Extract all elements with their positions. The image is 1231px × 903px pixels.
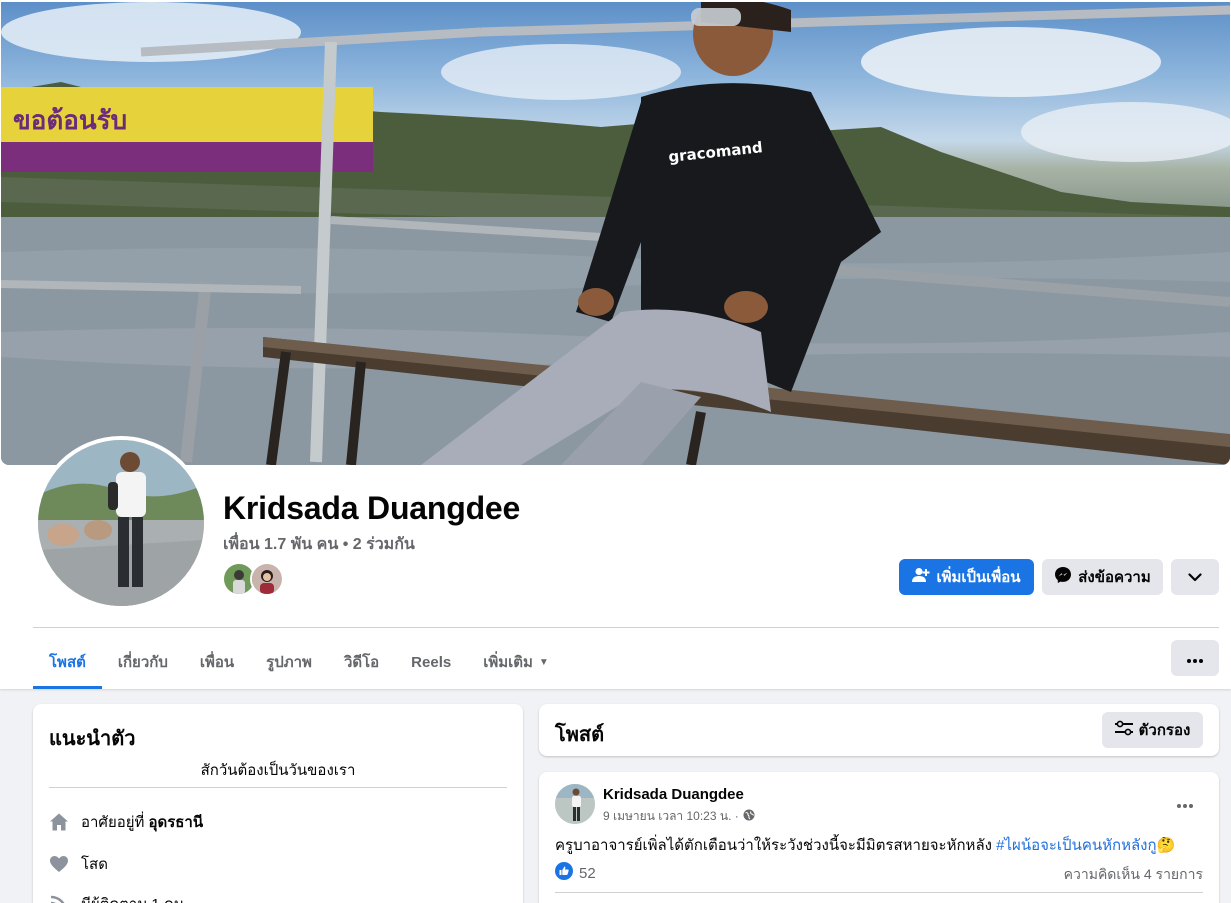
tab-posts[interactable]: โพสต์ — [33, 636, 102, 689]
posts-title: โพสต์ — [555, 724, 605, 746]
cover-banner-text: ขอต้อนรับ — [13, 106, 127, 136]
post-author-avatar[interactable] — [555, 784, 595, 824]
tab-friends[interactable]: เพื่อน — [184, 636, 250, 688]
message-label: ส่งข้อความ — [1078, 569, 1151, 586]
add-friend-label: เพิ่มเป็นเพื่อน — [936, 569, 1021, 586]
tab-photos[interactable]: รูปภาพ — [250, 636, 328, 688]
chevron-down-icon — [1188, 569, 1202, 586]
profile-tabs: โพสต์ เกี่ยวกับ เพื่อน รูปภาพ วิดีโอ Ree… — [33, 636, 565, 689]
heart-icon — [49, 854, 69, 874]
intro-title: แนะนำตัว — [49, 728, 136, 750]
post-meta: 9 เมษายน เวลา 10:23 น. · — [603, 807, 755, 826]
caret-down-icon: ▼ — [538, 656, 549, 668]
post-divider — [555, 892, 1203, 893]
intro-place-link[interactable]: อุดรธานี — [148, 810, 203, 834]
post-comments-count[interactable]: ความคิดเห็น 4 รายการ — [1064, 864, 1203, 886]
intro-divider — [49, 787, 507, 788]
post-author-name[interactable]: Kridsada Duangdee — [603, 786, 744, 803]
filter-icon — [1114, 720, 1133, 740]
post-timestamp[interactable]: 9 เมษายน เวลา 10:23 น. · — [603, 807, 739, 826]
tab-videos[interactable]: วิดีโอ — [328, 636, 395, 688]
profile-avatar[interactable] — [34, 436, 208, 610]
home-icon — [49, 812, 69, 832]
intro-lives-in: อาศัยอยู่ที่ อุดรธานี — [49, 810, 203, 834]
like-count: 52 — [579, 864, 596, 882]
post-card: Kridsada Duangdee 9 เมษายน เวลา 10:23 น.… — [539, 772, 1219, 903]
filters-button[interactable]: ตัวกรอง — [1102, 712, 1203, 748]
tab-more[interactable]: เพิ่มเติม ▼ — [467, 636, 565, 688]
header-divider — [33, 627, 1219, 628]
filters-label: ตัวกรอง — [1138, 722, 1191, 739]
ellipsis-icon — [1187, 650, 1203, 667]
profile-more-button[interactable] — [1171, 559, 1219, 595]
like-icon — [555, 862, 573, 884]
add-friend-icon — [912, 567, 930, 587]
friends-count[interactable]: เพื่อน 1.7 พัน คน • 2 ร่วมกัน — [223, 532, 415, 557]
post-reactions[interactable]: 52 — [555, 862, 596, 884]
profile-picture — [38, 440, 204, 606]
post-text: ครูบาอาจารย์เพิ่ลได้ตักเตือนว่าให้ระวังช… — [555, 837, 1176, 854]
post-hashtag[interactable]: #ไผน้อจะเป็นคนหักหลังกู🤔 — [996, 837, 1175, 854]
profile-name: Kridsada Duangdee — [223, 490, 521, 526]
post-options-button[interactable] — [1167, 786, 1203, 822]
cover-photo[interactable]: ขอต้อนรับ gracomand — [1, 2, 1230, 465]
add-friend-button[interactable]: เพิ่มเป็นเพื่อน — [899, 559, 1034, 595]
globe-icon — [743, 809, 755, 824]
messenger-icon — [1054, 566, 1072, 588]
ellipsis-icon — [1177, 795, 1193, 813]
rss-icon — [49, 894, 69, 903]
mutual-friends-avatars[interactable] — [222, 562, 286, 596]
profile-header: ขอต้อนรับ gracomand Kridsada Duangdee เพ… — [0, 0, 1231, 689]
intro-relationship: โสด — [49, 852, 108, 876]
tabs-options-button[interactable] — [1171, 640, 1219, 676]
tab-reels[interactable]: Reels — [395, 636, 467, 688]
posts-header-card: โพสต์ ตัวกรอง — [539, 704, 1219, 756]
tab-about[interactable]: เกี่ยวกับ — [102, 636, 184, 688]
message-button[interactable]: ส่งข้อความ — [1042, 559, 1163, 595]
intro-followers: มีผู้ติดตาม 1 คน — [49, 892, 184, 903]
intro-card: แนะนำตัว สักวันต้องเป็นวันของเรา อาศัยอย… — [33, 704, 523, 903]
mutual-friend-avatar[interactable] — [250, 562, 284, 596]
intro-bio: สักวันต้องเป็นวันของเรา — [200, 762, 356, 779]
